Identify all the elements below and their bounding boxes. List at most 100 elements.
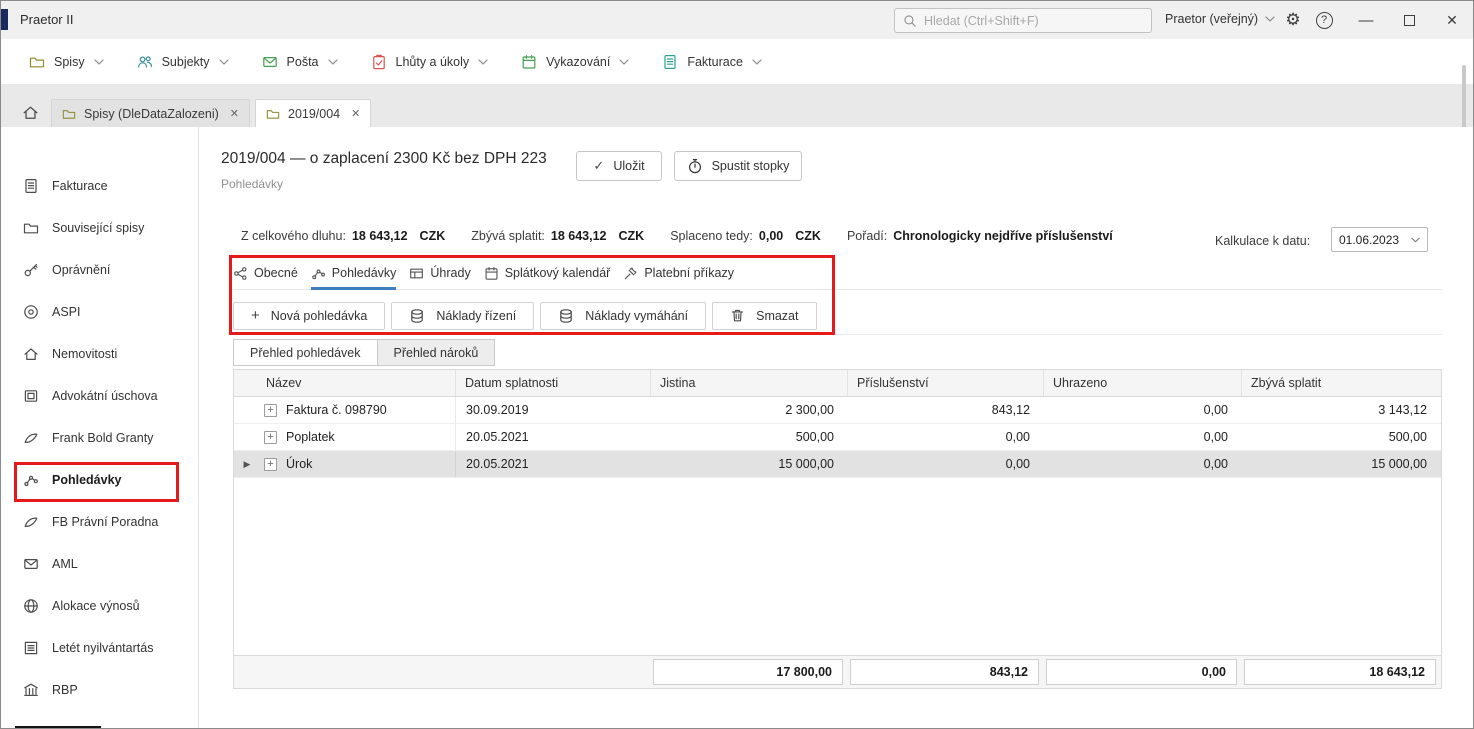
chevron-down-icon bbox=[619, 59, 629, 65]
sidebar-item-label: Pohledávky bbox=[52, 473, 121, 487]
close-button[interactable]: ✕ bbox=[1439, 9, 1465, 31]
expand-plus-icon[interactable]: + bbox=[264, 404, 277, 417]
global-search[interactable] bbox=[894, 8, 1152, 33]
tab-label: 2019/004 bbox=[288, 107, 340, 121]
row-due-date: 20.05.2021 bbox=[456, 451, 651, 477]
menu-lhuty-a-ukoly[interactable]: Lhůty a úkoly bbox=[371, 54, 489, 70]
court-costs-button[interactable]: Náklady řízení bbox=[391, 302, 534, 330]
document-icon bbox=[662, 54, 678, 70]
sidebar-item-advokatni-uschova[interactable]: Advokátní úschova bbox=[1, 375, 198, 417]
sidebar-item-alokace-vynosu[interactable]: Alokace výnosů bbox=[1, 585, 198, 627]
menu-label: Spisy bbox=[54, 55, 85, 69]
remaining-currency: CZK bbox=[619, 229, 645, 243]
menu-label: Pošta bbox=[287, 55, 319, 69]
help-button[interactable]: ? bbox=[1311, 9, 1337, 31]
tab-pohledavky[interactable]: Pohledávky bbox=[311, 257, 397, 289]
envelope-icon bbox=[23, 556, 39, 572]
column-header[interactable]: Příslušenství bbox=[848, 370, 1044, 396]
enforcement-costs-button[interactable]: Náklady vymáhání bbox=[540, 302, 706, 330]
new-receivable-button[interactable]: + Nová pohledávka bbox=[233, 302, 385, 330]
timer-button-label: Spustit stopky bbox=[712, 159, 790, 173]
tab-obecne[interactable]: Obecné bbox=[233, 257, 298, 289]
tab-platebni-prikazy[interactable]: Platební příkazy bbox=[623, 257, 734, 289]
tab-label: Obecné bbox=[254, 266, 298, 280]
row-principal: 500,00 bbox=[651, 424, 848, 450]
row-selector-triangle-icon: ▶ bbox=[239, 459, 255, 470]
tab-label: Splátkový kalendář bbox=[505, 266, 611, 280]
table-row[interactable]: + Faktura č. 098790 30.09.2019 2 300,00 … bbox=[234, 397, 1441, 424]
user-menu[interactable]: Praetor (veřejný) bbox=[1165, 12, 1275, 26]
close-icon[interactable]: ✕ bbox=[351, 107, 360, 120]
sidebar-item-label: Letét nyilvántartás bbox=[52, 641, 153, 655]
column-header[interactable]: Jistina bbox=[651, 370, 848, 396]
expand-plus-icon[interactable]: + bbox=[264, 431, 277, 444]
tab-splatkovy-kalendar[interactable]: Splátkový kalendář bbox=[484, 257, 611, 289]
document-tab-bar: Spisy (DleDataZalozeni) ✕ 2019/004 ✕ bbox=[1, 84, 1473, 127]
save-button[interactable]: ✓ Uložit bbox=[576, 151, 662, 181]
row-due-date: 20.05.2021 bbox=[456, 424, 651, 450]
sidebar-item-opravneni[interactable]: Oprávnění bbox=[1, 249, 198, 291]
clipboard-check-icon bbox=[371, 54, 387, 70]
total-accessory: 843,12 bbox=[850, 659, 1039, 685]
sidebar-item-label: AML bbox=[52, 557, 78, 571]
sidebar-item-letet-nyilvantartas[interactable]: Letét nyilvántartás bbox=[1, 627, 198, 669]
sidebar-item-rbp[interactable]: RBP bbox=[1, 669, 198, 711]
share-icon bbox=[233, 266, 248, 281]
subtab-prehled-pohledavek[interactable]: Přehled pohledávek bbox=[233, 339, 378, 366]
debt-total-label: Z celkového dluhu: bbox=[241, 229, 346, 243]
document-icon bbox=[23, 178, 39, 194]
sidebar-item-label: Nemovitosti bbox=[52, 347, 117, 361]
column-header[interactable]: Datum splatnosti bbox=[456, 370, 651, 396]
sidebar-item-souvisejici-spisy[interactable]: Související spisy bbox=[1, 207, 198, 249]
grid-subtabs: Přehled pohledávek Přehled nároků bbox=[233, 339, 495, 366]
settings-button[interactable]: ⚙ bbox=[1280, 9, 1306, 31]
calc-date-label: Kalkulace k datu: bbox=[1215, 234, 1310, 248]
sidebar-item-nemovitosti[interactable]: Nemovitosti bbox=[1, 333, 198, 375]
row-principal: 2 300,00 bbox=[651, 397, 848, 423]
sidebar-item-fakturace[interactable]: Fakturace bbox=[1, 165, 198, 207]
column-header[interactable]: Název bbox=[234, 370, 456, 396]
start-timer-button[interactable]: Spustit stopky bbox=[674, 151, 802, 181]
people-icon bbox=[137, 54, 153, 70]
expand-plus-icon[interactable]: + bbox=[264, 458, 277, 471]
calendar-icon bbox=[484, 266, 499, 281]
sidebar-item-aml[interactable]: AML bbox=[1, 543, 198, 585]
delete-button[interactable]: Smazat bbox=[712, 302, 816, 330]
tab-uhrady[interactable]: Úhrady bbox=[409, 257, 470, 289]
sidebar-item-aspi[interactable]: ASPI bbox=[1, 291, 198, 333]
column-header[interactable]: Zbývá splatit bbox=[1242, 370, 1441, 396]
close-icon[interactable]: ✕ bbox=[230, 107, 239, 120]
paid-label: Splaceno tedy: bbox=[670, 229, 753, 243]
calendar-icon bbox=[521, 54, 537, 70]
table-row-selected[interactable]: ▶ + Úrok 20.05.2021 15 000,00 0,00 0,00 … bbox=[234, 451, 1441, 478]
stopwatch-icon bbox=[687, 158, 703, 174]
globe-icon bbox=[23, 598, 39, 614]
sidebar-item-label: ASPI bbox=[52, 305, 81, 319]
menu-fakturace[interactable]: Fakturace bbox=[662, 54, 762, 70]
maximize-icon bbox=[1404, 15, 1415, 26]
column-header[interactable]: Uhrazeno bbox=[1044, 370, 1242, 396]
tab-spisy-dledatazalozeni[interactable]: Spisy (DleDataZalozeni) ✕ bbox=[51, 99, 250, 127]
check-icon: ✓ bbox=[593, 158, 604, 174]
table-card-icon bbox=[409, 266, 424, 281]
table-row[interactable]: + Poplatek 20.05.2021 500,00 0,00 0,00 5… bbox=[234, 424, 1441, 451]
menu-vykazovani[interactable]: Vykazování bbox=[521, 54, 629, 70]
sidebar-item-frank-bold-granty[interactable]: Frank Bold Granty bbox=[1, 417, 198, 459]
calc-date-select[interactable]: 01.06.2023 bbox=[1331, 227, 1428, 252]
tab-2019-004[interactable]: 2019/004 ✕ bbox=[255, 99, 371, 127]
chevron-down-icon bbox=[219, 59, 229, 65]
sidebar-item-pohledavky[interactable]: Pohledávky bbox=[1, 459, 198, 501]
minimize-button[interactable]: — bbox=[1353, 9, 1379, 31]
tab-label: Platební příkazy bbox=[644, 266, 734, 280]
maximize-button[interactable] bbox=[1396, 9, 1422, 31]
folder-icon bbox=[23, 220, 39, 236]
home-button[interactable] bbox=[13, 98, 47, 127]
save-button-label: Uložit bbox=[613, 159, 644, 173]
search-input[interactable] bbox=[924, 14, 1143, 28]
menu-posta[interactable]: Pošta bbox=[262, 54, 338, 70]
menu-subjekty[interactable]: Subjekty bbox=[137, 54, 229, 70]
subtab-prehled-naroku[interactable]: Přehled nároků bbox=[377, 339, 496, 366]
sidebar-item-fb-pravni-poradna[interactable]: FB Právní Poradna bbox=[1, 501, 198, 543]
case-sidebar: Fakturace Související spisy Oprávnění AS… bbox=[1, 127, 199, 729]
menu-spisy[interactable]: Spisy bbox=[29, 54, 104, 70]
